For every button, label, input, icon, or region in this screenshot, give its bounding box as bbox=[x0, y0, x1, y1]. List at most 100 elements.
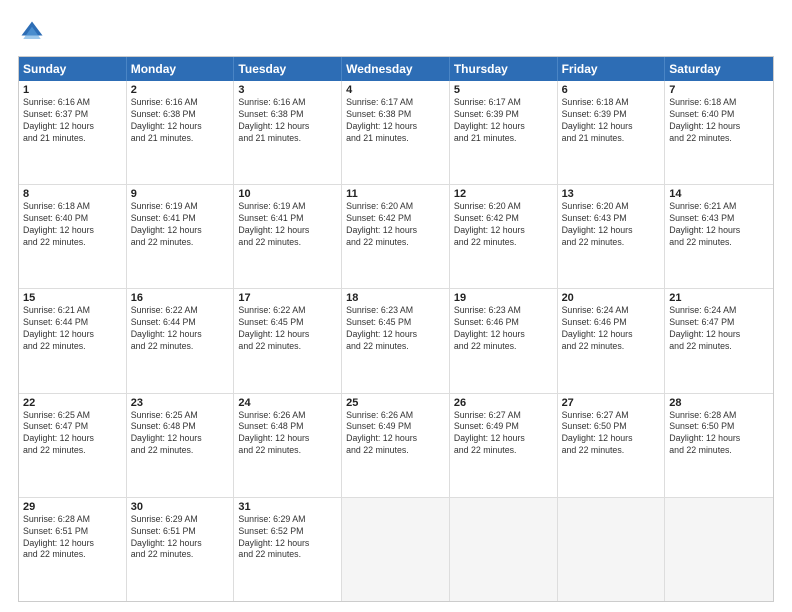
cell-info: Sunrise: 6:28 AMSunset: 6:50 PMDaylight:… bbox=[669, 410, 769, 458]
logo bbox=[18, 18, 50, 46]
header bbox=[18, 18, 774, 46]
day-number: 24 bbox=[238, 397, 337, 409]
calendar-cell: 8Sunrise: 6:18 AMSunset: 6:40 PMDaylight… bbox=[19, 185, 127, 288]
day-number: 12 bbox=[454, 188, 553, 200]
calendar-cell bbox=[665, 498, 773, 601]
calendar-week-1: 1Sunrise: 6:16 AMSunset: 6:37 PMDaylight… bbox=[19, 81, 773, 185]
calendar-cell: 31Sunrise: 6:29 AMSunset: 6:52 PMDayligh… bbox=[234, 498, 342, 601]
calendar-cell: 28Sunrise: 6:28 AMSunset: 6:50 PMDayligh… bbox=[665, 394, 773, 497]
day-number: 17 bbox=[238, 292, 337, 304]
cell-info: Sunrise: 6:22 AMSunset: 6:44 PMDaylight:… bbox=[131, 305, 230, 353]
calendar-cell: 15Sunrise: 6:21 AMSunset: 6:44 PMDayligh… bbox=[19, 289, 127, 392]
calendar-cell: 9Sunrise: 6:19 AMSunset: 6:41 PMDaylight… bbox=[127, 185, 235, 288]
calendar-cell: 13Sunrise: 6:20 AMSunset: 6:43 PMDayligh… bbox=[558, 185, 666, 288]
cell-info: Sunrise: 6:16 AMSunset: 6:38 PMDaylight:… bbox=[238, 97, 337, 145]
cell-info: Sunrise: 6:16 AMSunset: 6:38 PMDaylight:… bbox=[131, 97, 230, 145]
calendar-cell: 24Sunrise: 6:26 AMSunset: 6:48 PMDayligh… bbox=[234, 394, 342, 497]
calendar-cell bbox=[450, 498, 558, 601]
cell-info: Sunrise: 6:20 AMSunset: 6:42 PMDaylight:… bbox=[346, 201, 445, 249]
calendar-cell: 30Sunrise: 6:29 AMSunset: 6:51 PMDayligh… bbox=[127, 498, 235, 601]
day-number: 5 bbox=[454, 84, 553, 96]
calendar-cell: 1Sunrise: 6:16 AMSunset: 6:37 PMDaylight… bbox=[19, 81, 127, 184]
cell-info: Sunrise: 6:24 AMSunset: 6:47 PMDaylight:… bbox=[669, 305, 769, 353]
day-number: 13 bbox=[562, 188, 661, 200]
day-number: 29 bbox=[23, 501, 122, 513]
calendar-cell: 18Sunrise: 6:23 AMSunset: 6:45 PMDayligh… bbox=[342, 289, 450, 392]
calendar-cell: 29Sunrise: 6:28 AMSunset: 6:51 PMDayligh… bbox=[19, 498, 127, 601]
day-number: 30 bbox=[131, 501, 230, 513]
day-number: 8 bbox=[23, 188, 122, 200]
header-day-friday: Friday bbox=[558, 57, 666, 81]
calendar-cell: 21Sunrise: 6:24 AMSunset: 6:47 PMDayligh… bbox=[665, 289, 773, 392]
cell-info: Sunrise: 6:27 AMSunset: 6:50 PMDaylight:… bbox=[562, 410, 661, 458]
calendar-cell: 12Sunrise: 6:20 AMSunset: 6:42 PMDayligh… bbox=[450, 185, 558, 288]
day-number: 9 bbox=[131, 188, 230, 200]
header-day-wednesday: Wednesday bbox=[342, 57, 450, 81]
calendar-cell: 10Sunrise: 6:19 AMSunset: 6:41 PMDayligh… bbox=[234, 185, 342, 288]
day-number: 4 bbox=[346, 84, 445, 96]
cell-info: Sunrise: 6:29 AMSunset: 6:51 PMDaylight:… bbox=[131, 514, 230, 562]
calendar-cell bbox=[558, 498, 666, 601]
cell-info: Sunrise: 6:25 AMSunset: 6:48 PMDaylight:… bbox=[131, 410, 230, 458]
calendar-body: 1Sunrise: 6:16 AMSunset: 6:37 PMDaylight… bbox=[19, 81, 773, 601]
day-number: 3 bbox=[238, 84, 337, 96]
day-number: 11 bbox=[346, 188, 445, 200]
calendar-cell: 22Sunrise: 6:25 AMSunset: 6:47 PMDayligh… bbox=[19, 394, 127, 497]
cell-info: Sunrise: 6:23 AMSunset: 6:45 PMDaylight:… bbox=[346, 305, 445, 353]
header-day-saturday: Saturday bbox=[665, 57, 773, 81]
cell-info: Sunrise: 6:22 AMSunset: 6:45 PMDaylight:… bbox=[238, 305, 337, 353]
cell-info: Sunrise: 6:25 AMSunset: 6:47 PMDaylight:… bbox=[23, 410, 122, 458]
cell-info: Sunrise: 6:27 AMSunset: 6:49 PMDaylight:… bbox=[454, 410, 553, 458]
calendar-cell: 6Sunrise: 6:18 AMSunset: 6:39 PMDaylight… bbox=[558, 81, 666, 184]
day-number: 27 bbox=[562, 397, 661, 409]
calendar-cell: 14Sunrise: 6:21 AMSunset: 6:43 PMDayligh… bbox=[665, 185, 773, 288]
day-number: 2 bbox=[131, 84, 230, 96]
cell-info: Sunrise: 6:17 AMSunset: 6:38 PMDaylight:… bbox=[346, 97, 445, 145]
day-number: 22 bbox=[23, 397, 122, 409]
day-number: 15 bbox=[23, 292, 122, 304]
day-number: 14 bbox=[669, 188, 769, 200]
day-number: 26 bbox=[454, 397, 553, 409]
cell-info: Sunrise: 6:23 AMSunset: 6:46 PMDaylight:… bbox=[454, 305, 553, 353]
day-number: 20 bbox=[562, 292, 661, 304]
day-number: 19 bbox=[454, 292, 553, 304]
calendar-cell: 23Sunrise: 6:25 AMSunset: 6:48 PMDayligh… bbox=[127, 394, 235, 497]
day-number: 7 bbox=[669, 84, 769, 96]
calendar-cell: 17Sunrise: 6:22 AMSunset: 6:45 PMDayligh… bbox=[234, 289, 342, 392]
calendar-cell: 26Sunrise: 6:27 AMSunset: 6:49 PMDayligh… bbox=[450, 394, 558, 497]
header-day-thursday: Thursday bbox=[450, 57, 558, 81]
day-number: 25 bbox=[346, 397, 445, 409]
cell-info: Sunrise: 6:18 AMSunset: 6:39 PMDaylight:… bbox=[562, 97, 661, 145]
cell-info: Sunrise: 6:17 AMSunset: 6:39 PMDaylight:… bbox=[454, 97, 553, 145]
cell-info: Sunrise: 6:20 AMSunset: 6:43 PMDaylight:… bbox=[562, 201, 661, 249]
day-number: 28 bbox=[669, 397, 769, 409]
day-number: 21 bbox=[669, 292, 769, 304]
calendar-week-5: 29Sunrise: 6:28 AMSunset: 6:51 PMDayligh… bbox=[19, 498, 773, 601]
calendar-header: SundayMondayTuesdayWednesdayThursdayFrid… bbox=[19, 57, 773, 81]
calendar-cell bbox=[342, 498, 450, 601]
calendar-cell: 4Sunrise: 6:17 AMSunset: 6:38 PMDaylight… bbox=[342, 81, 450, 184]
calendar-week-4: 22Sunrise: 6:25 AMSunset: 6:47 PMDayligh… bbox=[19, 394, 773, 498]
calendar-cell: 25Sunrise: 6:26 AMSunset: 6:49 PMDayligh… bbox=[342, 394, 450, 497]
calendar-cell: 27Sunrise: 6:27 AMSunset: 6:50 PMDayligh… bbox=[558, 394, 666, 497]
day-number: 23 bbox=[131, 397, 230, 409]
calendar: SundayMondayTuesdayWednesdayThursdayFrid… bbox=[18, 56, 774, 602]
page: SundayMondayTuesdayWednesdayThursdayFrid… bbox=[0, 0, 792, 612]
cell-info: Sunrise: 6:28 AMSunset: 6:51 PMDaylight:… bbox=[23, 514, 122, 562]
calendar-cell: 7Sunrise: 6:18 AMSunset: 6:40 PMDaylight… bbox=[665, 81, 773, 184]
calendar-cell: 5Sunrise: 6:17 AMSunset: 6:39 PMDaylight… bbox=[450, 81, 558, 184]
day-number: 16 bbox=[131, 292, 230, 304]
calendar-cell: 11Sunrise: 6:20 AMSunset: 6:42 PMDayligh… bbox=[342, 185, 450, 288]
calendar-cell: 16Sunrise: 6:22 AMSunset: 6:44 PMDayligh… bbox=[127, 289, 235, 392]
calendar-cell: 2Sunrise: 6:16 AMSunset: 6:38 PMDaylight… bbox=[127, 81, 235, 184]
calendar-cell: 3Sunrise: 6:16 AMSunset: 6:38 PMDaylight… bbox=[234, 81, 342, 184]
cell-info: Sunrise: 6:21 AMSunset: 6:44 PMDaylight:… bbox=[23, 305, 122, 353]
day-number: 1 bbox=[23, 84, 122, 96]
cell-info: Sunrise: 6:16 AMSunset: 6:37 PMDaylight:… bbox=[23, 97, 122, 145]
cell-info: Sunrise: 6:18 AMSunset: 6:40 PMDaylight:… bbox=[669, 97, 769, 145]
header-day-tuesday: Tuesday bbox=[234, 57, 342, 81]
cell-info: Sunrise: 6:20 AMSunset: 6:42 PMDaylight:… bbox=[454, 201, 553, 249]
cell-info: Sunrise: 6:21 AMSunset: 6:43 PMDaylight:… bbox=[669, 201, 769, 249]
calendar-week-3: 15Sunrise: 6:21 AMSunset: 6:44 PMDayligh… bbox=[19, 289, 773, 393]
header-day-sunday: Sunday bbox=[19, 57, 127, 81]
